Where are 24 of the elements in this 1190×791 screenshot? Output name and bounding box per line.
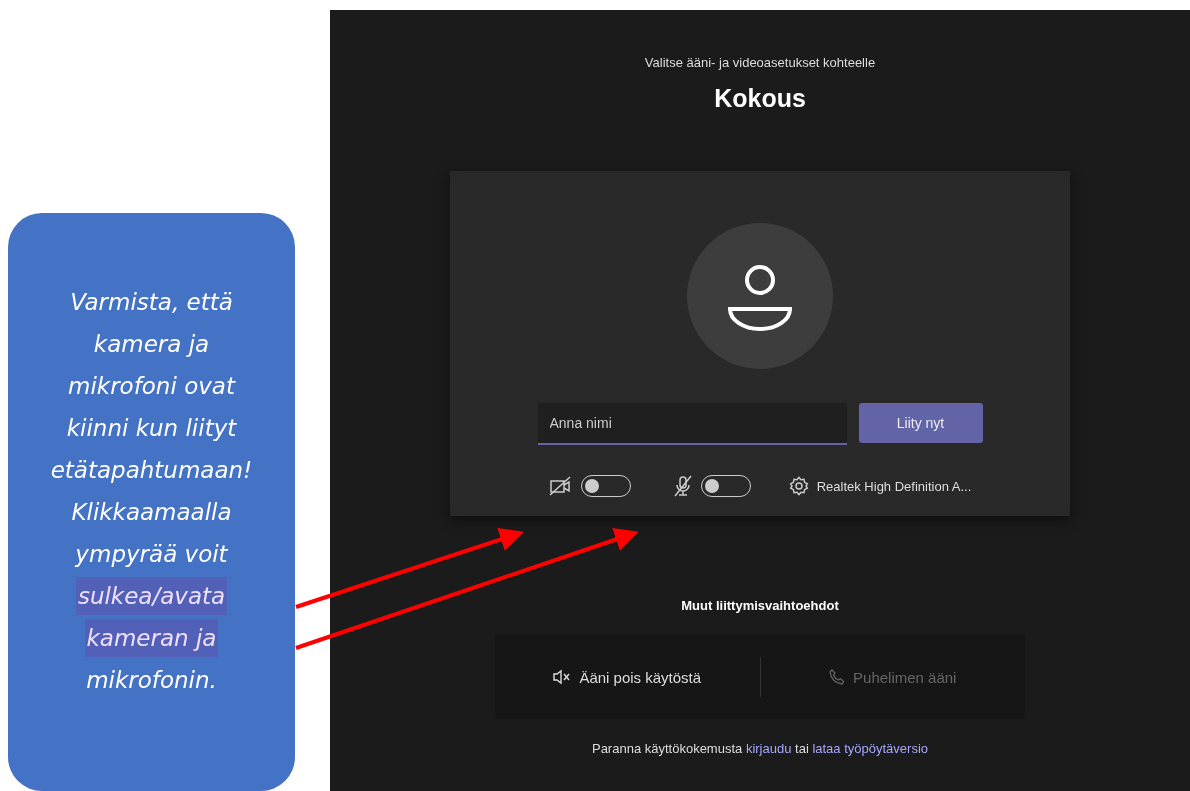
callout-text-line: mikrofoni ovat bbox=[67, 372, 237, 401]
subtitle: Valitse ääni- ja videoasetukset kohteelle bbox=[644, 55, 876, 70]
footer-text: Paranna käyttökokemusta kirjaudu tai lataa työpöytäversio bbox=[591, 741, 928, 756]
speaker-off-icon bbox=[553, 669, 572, 685]
callout-text-line: mikrofonin. bbox=[85, 666, 218, 695]
callout-text-line: kamera ja bbox=[92, 330, 211, 359]
phone-icon bbox=[829, 669, 846, 685]
microphone-off-icon bbox=[672, 475, 693, 497]
callout-text-line: kiinni kun liityt bbox=[65, 414, 238, 443]
callout-text-line: Klikkaamaalla bbox=[70, 498, 233, 527]
avatar-icon bbox=[687, 223, 833, 369]
download-link[interactable]: lataa työpöytäversio bbox=[812, 741, 928, 756]
sign-in-link[interactable]: kirjaudu bbox=[745, 741, 792, 756]
callout-text-line: Varmista, että bbox=[69, 288, 234, 317]
audio-device-label[interactable]: Realtek High Definition A... bbox=[816, 478, 972, 494]
join-option-button[interactable]: Ääni pois käytöstä bbox=[495, 667, 760, 687]
callout-text-line: ympyrää voit bbox=[73, 540, 229, 569]
meeting-title: Kokous bbox=[714, 84, 806, 113]
section-heading: Muut liittymisvaihtoehdot bbox=[681, 598, 839, 613]
join-button[interactable]: Liity nyt bbox=[858, 403, 983, 443]
camera-off-icon bbox=[548, 476, 573, 496]
callout-text-line: etätapahtumaan! bbox=[49, 456, 254, 485]
settings-icon[interactable] bbox=[788, 476, 809, 496]
name-field[interactable]: Anna nimi bbox=[537, 403, 847, 445]
